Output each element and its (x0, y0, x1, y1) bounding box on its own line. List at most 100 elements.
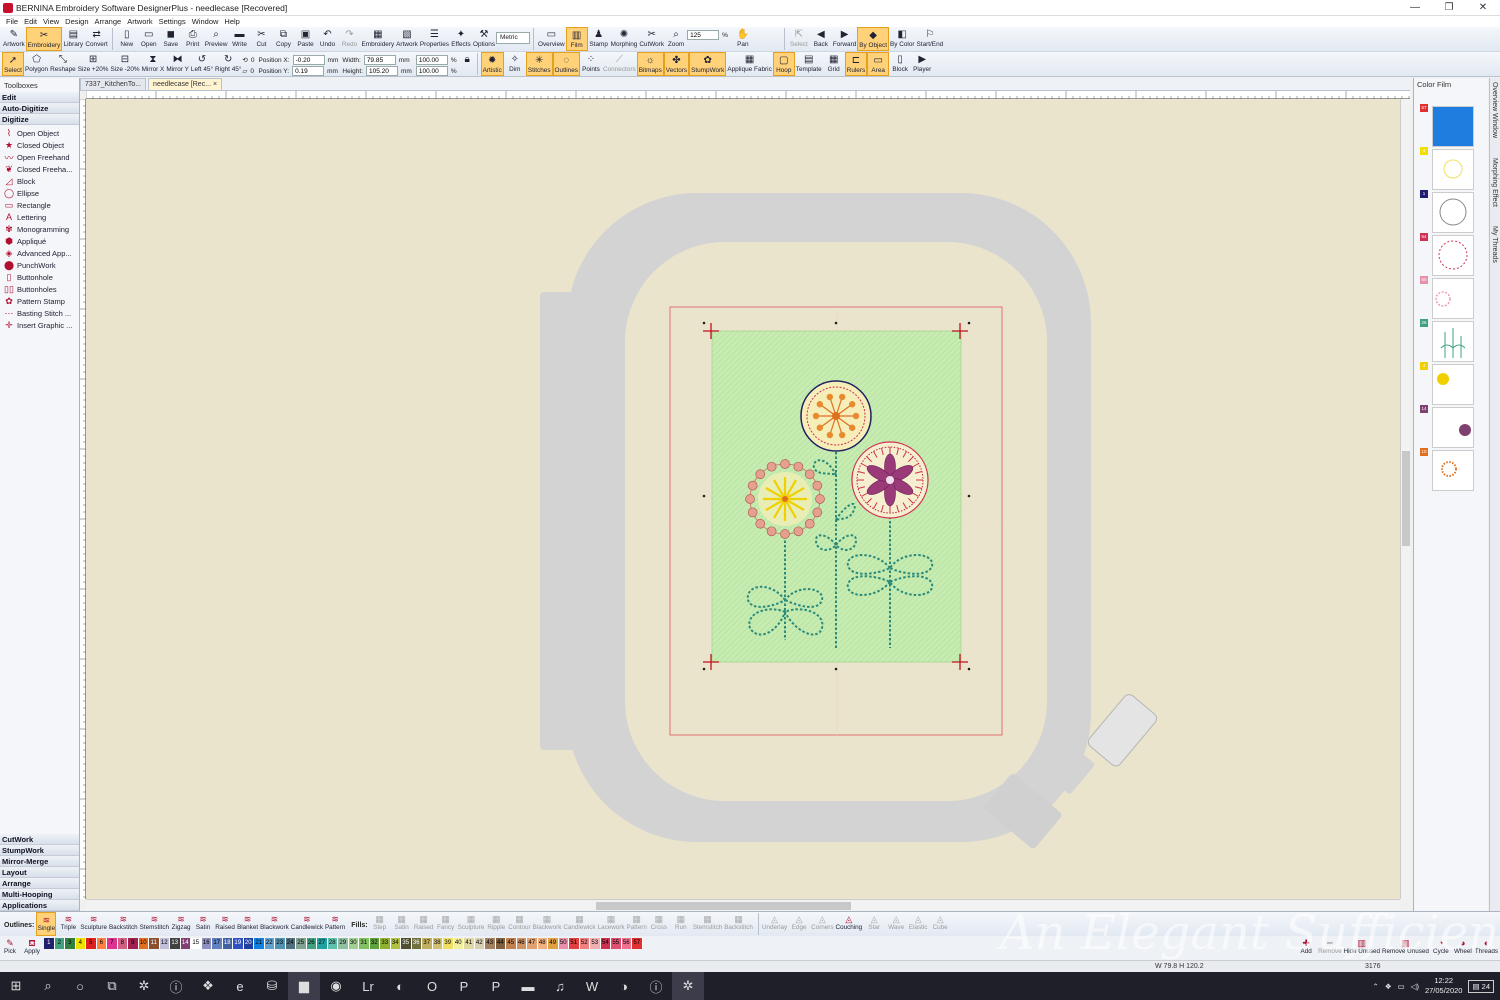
powerpoint-taskbar-button[interactable]: P (448, 972, 480, 1000)
effects-button[interactable]: ✦ Effects (450, 27, 472, 51)
save-button[interactable]: ◼ Save (160, 27, 182, 51)
menu-edit[interactable]: Edit (24, 17, 37, 26)
thread-swatch[interactable]: 45 (506, 938, 517, 949)
palette-remove-button[interactable]: ━ Remove (1318, 936, 1341, 960)
bitmaps-button[interactable]: ☼ Bitmaps (636, 52, 664, 76)
settings-taskbar-button[interactable]: ✲ (128, 972, 160, 1000)
tab-morphing-effect[interactable]: Morphing Effect (1491, 158, 1498, 207)
tool-open-freehand[interactable]: 〰 Open Freehand (0, 151, 79, 163)
outline-blanket-button[interactable]: ≋ Blanket (237, 912, 258, 936)
thread-swatch[interactable]: 49 (548, 938, 559, 949)
outline-blackwork-button[interactable]: ≋ Blackwork (260, 912, 289, 936)
fill-run-button[interactable]: ▦ Run (671, 912, 691, 936)
info2-taskbar-button[interactable]: ⓘ (640, 972, 672, 1000)
thread-swatch[interactable]: 18 (222, 938, 233, 949)
toolbox-layout[interactable]: Layout (0, 867, 79, 878)
tool-ellipse[interactable]: ◯ Ellipse (0, 187, 79, 199)
effect-wave-button[interactable]: ◬ Wave (886, 912, 906, 936)
block-button[interactable]: ▯ Block (889, 52, 911, 76)
morphing-button[interactable]: ✺ Morphing (610, 27, 639, 51)
back-button[interactable]: ◀ Back (810, 27, 832, 51)
close-button[interactable]: ✕ (1466, 2, 1500, 13)
open-button[interactable]: ▭ Open (138, 27, 160, 51)
thread-color-chip[interactable]: 4 (1420, 362, 1428, 370)
tool-buttonholes[interactable]: ▯▯ Buttonholes (0, 283, 79, 295)
folder-taskbar-button[interactable]: ▆ (288, 972, 320, 1000)
color-film-item[interactable] (1432, 149, 1474, 190)
film-button[interactable]: ▥ Film (565, 27, 588, 51)
cortana-taskbar-button[interactable]: ○ (64, 972, 96, 1000)
effect-corners-button[interactable]: ◬ Corners (811, 912, 833, 936)
effect-edge-button[interactable]: ◬ Edge (789, 912, 809, 936)
thread-swatch[interactable]: 10 (138, 938, 149, 949)
thread-swatch[interactable]: 22 (264, 938, 275, 949)
thread-swatch[interactable]: 41 (464, 938, 475, 949)
tab-close-icon[interactable]: × (213, 81, 217, 88)
fill-satin-button[interactable]: ▦ Satin (392, 912, 412, 936)
thread-color-chip[interactable]: 50 (1420, 276, 1428, 284)
toolbox-cutwork[interactable]: CutWork (0, 834, 79, 845)
start-taskbar-button[interactable]: ⊞ (0, 972, 32, 1000)
tool-monogram[interactable]: ✾ Monogramming (0, 223, 79, 235)
thread-swatch[interactable]: 24 (285, 938, 296, 949)
outlines-button[interactable]: ◌ Outlines (552, 52, 580, 76)
cutwork-button[interactable]: ✂ CutWork (638, 27, 665, 51)
thread-swatch[interactable]: 27 (317, 938, 328, 949)
position-x-input[interactable] (292, 55, 325, 65)
firefox-taskbar-button[interactable]: ◉ (320, 972, 352, 1000)
color-film-item[interactable] (1432, 407, 1474, 448)
cut-button[interactable]: ✂ Cut (250, 27, 272, 51)
units-select[interactable]: Metric (496, 32, 531, 44)
scale-width-input[interactable] (415, 55, 448, 65)
tool-block[interactable]: ◿ Block (0, 175, 79, 187)
tool-buttonhole[interactable]: ▯ Buttonhole (0, 271, 79, 283)
effect-couching-button[interactable]: ◬ Couching (836, 912, 863, 936)
thread-color-chip[interactable]: 10 (1420, 448, 1428, 456)
reshape-button[interactable]: ⤡ Reshape (49, 52, 77, 76)
tool-lettering[interactable]: A Lettering (0, 211, 79, 223)
tray-chevron-icon[interactable]: ⌃ (1373, 982, 1379, 991)
proportional-lock-button[interactable]: 🔒︎ (461, 52, 474, 76)
thread-swatch[interactable]: 14 (180, 938, 191, 949)
convert-button[interactable]: ⇄ Convert (84, 27, 108, 51)
tool-punchwork[interactable]: ⬤ PunchWork (0, 259, 79, 271)
rotate-left-button[interactable]: ↺ Left 45° (190, 52, 214, 76)
search-taskbar-button[interactable]: ⌕ (32, 972, 64, 1000)
options-button[interactable]: ⚒ Options (472, 27, 496, 51)
thread-swatch[interactable]: 15 (191, 938, 202, 949)
outline-stemstitch-button[interactable]: ≋ Stemstitch (140, 912, 169, 936)
vertical-scroll-thumb[interactable] (1402, 451, 1410, 546)
skew-value[interactable]: 0 (250, 68, 254, 75)
middle-flower[interactable] (800, 380, 872, 452)
stamp-button[interactable]: ♟ Stamp (588, 27, 610, 51)
outline-backstitch-button[interactable]: ≋ Backstitch (109, 912, 138, 936)
preview-button[interactable]: ⌕ Preview (204, 27, 229, 51)
thread-swatch[interactable]: 46 (516, 938, 527, 949)
right-flower[interactable] (851, 441, 929, 519)
toolbox-multi-hooping[interactable]: Multi-Hooping (0, 889, 79, 900)
thread-swatch[interactable]: 25 (296, 938, 307, 949)
size-minus-button[interactable]: ⊟ Size -20% (109, 52, 140, 76)
thread-swatch[interactable]: 21 (254, 938, 265, 949)
effect-star-button[interactable]: ◬ Star (864, 912, 884, 936)
menu-file[interactable]: File (6, 17, 18, 26)
toolbox-mirror-merge[interactable]: Mirror-Merge (0, 856, 79, 867)
color-film-item[interactable] (1432, 235, 1474, 276)
color-film-item[interactable] (1432, 364, 1474, 405)
polygon-select-button[interactable]: ⬠ Polygon (24, 52, 49, 76)
thread-swatch[interactable]: 33 (380, 938, 391, 949)
outlook-taskbar-button[interactable]: O (416, 972, 448, 1000)
hoop-button[interactable]: ▢ Hoop (772, 52, 795, 76)
thread-swatch[interactable]: 12 (159, 938, 170, 949)
rulers-button[interactable]: ⊏ Rulers (844, 52, 868, 76)
fill-step-button[interactable]: ▦ Step (370, 912, 390, 936)
palette-wheel-button[interactable]: ◕ Wheel (1453, 936, 1473, 960)
thread-swatch[interactable]: 7 (107, 938, 118, 949)
outline-raised-button[interactable]: ≋ Raised (215, 912, 235, 936)
menu-design[interactable]: Design (65, 17, 88, 26)
tool-advanced-applique[interactable]: ◈ Advanced App... (0, 247, 79, 259)
fill-candlewick-button[interactable]: ▦ Candlewick (563, 912, 595, 936)
thread-swatch[interactable]: 52 (579, 938, 590, 949)
thread-swatch[interactable]: 36 (411, 938, 422, 949)
color-film-item[interactable] (1432, 106, 1474, 147)
